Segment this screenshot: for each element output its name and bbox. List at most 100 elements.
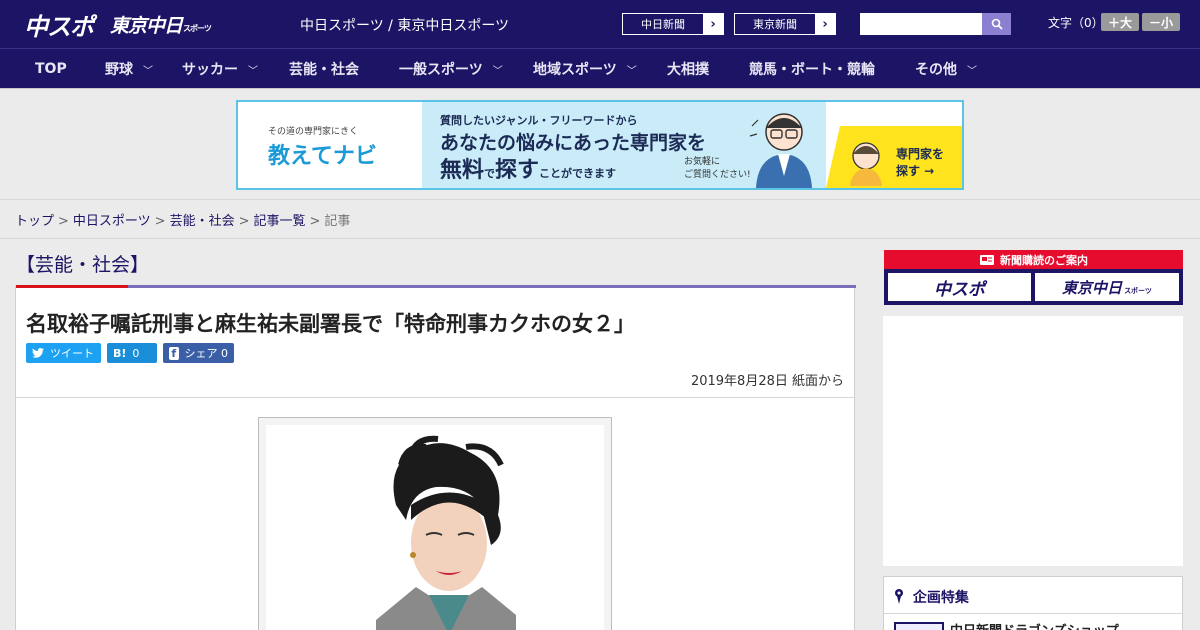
- breadcrumb-separator: >: [309, 214, 321, 229]
- hatena-bookmark-button[interactable]: B! 0: [107, 343, 157, 363]
- oshiete-navi-banner[interactable]: その道の専門家にきく 教えてナビ 質問したいジャンル・フリーワードから あなたの…: [236, 100, 964, 190]
- article-card: 名取裕子嘱託刑事と麻生祐未副署長で「特命刑事カクホの女２」 ツイート B! 0 …: [15, 285, 856, 630]
- breadcrumb-current: 記事: [324, 214, 351, 229]
- nav-top[interactable]: TOP: [35, 49, 67, 89]
- font-size-label: 文字（0）: [1048, 16, 1104, 30]
- sidebar-ad-slot[interactable]: [883, 316, 1183, 566]
- nav-label: 競馬・ボート・競輪: [749, 62, 875, 78]
- expert-illustration-icon: [749, 113, 812, 188]
- dragons-shop-link[interactable]: 中日新聞ドラゴンズショップ: [950, 620, 1119, 630]
- category-heading: 【芸能・社会】: [16, 254, 150, 276]
- chunichi-shimbun-link[interactable]: 中日新聞 ›: [622, 13, 724, 35]
- article-date: 2019年8月28日 紙面から: [690, 374, 844, 389]
- nav-sumo[interactable]: 大相撲: [667, 49, 709, 89]
- chevron-down-icon: ﹀: [248, 65, 258, 77]
- article-photo-inner: [266, 425, 604, 630]
- dragons-shop-thumbnail[interactable]: [894, 622, 944, 630]
- article-divider: [16, 397, 854, 398]
- subscription-box: 新聞購読のご案内 中スポ 東京中日 スポーツ: [884, 250, 1183, 305]
- portrait-photo-icon: [266, 425, 604, 630]
- chevron-down-icon: ﹀: [492, 65, 503, 77]
- breadcrumb-separator: >: [238, 214, 250, 229]
- subscription-header: 新聞購読のご案内: [884, 250, 1183, 269]
- banner-cta-1: 専門家を: [896, 147, 945, 161]
- banner-left: その道の専門家にきく 教えてナビ: [238, 102, 422, 188]
- banner-note-1: お気軽に: [684, 157, 721, 167]
- article-top-bar: [16, 285, 856, 288]
- facebook-icon: f: [169, 346, 179, 360]
- chevron-right-icon: ›: [710, 16, 716, 32]
- main-nav: TOP 野球 ﹀ サッカー ﹀ 芸能・社会 一般スポーツ ﹀ 地域スポーツ ﹀ 大相撲 …: [0, 48, 1200, 89]
- breadcrumb-separator: >: [58, 214, 69, 229]
- search-icon: [991, 18, 1003, 30]
- chevron-down-icon: ﹀: [143, 65, 153, 77]
- twitter-icon: [32, 348, 44, 358]
- special-title-text: 企画特集: [912, 590, 969, 606]
- hatena-count: 0: [132, 346, 140, 360]
- banner-search: 探す: [495, 158, 540, 183]
- banner-logo: 教えてナビ: [268, 144, 377, 169]
- nav-label: TOP: [35, 61, 67, 77]
- banner-can: ことができます: [539, 167, 617, 180]
- nav-label: 一般スポーツ: [399, 62, 483, 78]
- sub-logo2-text: 東京中日: [1062, 278, 1123, 297]
- article-bar-accent: [16, 285, 128, 288]
- tokyo-shimbun-link[interactable]: 東京新聞 ›: [734, 13, 836, 35]
- facebook-share-button[interactable]: f シェア 0: [163, 343, 234, 363]
- font-smaller-button[interactable]: －小: [1142, 13, 1180, 31]
- thinking-person-icon: [850, 142, 882, 186]
- search-input[interactable]: [860, 13, 982, 35]
- banner-cta: 専門家を探す →: [896, 146, 944, 180]
- site-links[interactable]: 中日スポーツ / 東京中日スポーツ: [300, 15, 509, 35]
- nav-soccer[interactable]: サッカー ﹀: [182, 49, 258, 89]
- banner-line1: 質問したいジャンル・フリーワードから: [440, 114, 638, 127]
- nav-baseball[interactable]: 野球 ﹀: [105, 49, 153, 89]
- tweet-label: ツイート: [50, 347, 94, 360]
- search-button[interactable]: [982, 13, 1011, 35]
- tokyo-chunichi-logo[interactable]: 東京中日 スポーツ: [110, 8, 212, 40]
- top-header: 中スポ 東京中日 スポーツ 中日スポーツ / 東京中日スポーツ 中日新聞 › 東京…: [0, 0, 1200, 48]
- banner-cta-2: 探す →: [896, 164, 935, 178]
- breadcrumb: トップ > 中日スポーツ > 芸能・社会 > 記事一覧 > 記事: [0, 200, 1200, 239]
- banner-line2: あなたの悩みにあった専門家を: [440, 132, 707, 154]
- banner-tagline: その道の専門家にきく: [268, 127, 359, 137]
- chunichi-shimbun-label: 中日新聞: [623, 14, 703, 34]
- chuspo-logo[interactable]: 中スポ: [24, 8, 94, 41]
- nav-general-sports[interactable]: 一般スポーツ ﹀: [399, 49, 503, 89]
- banner-area: その道の専門家にきく 教えてナビ 質問したいジャンル・フリーワードから あなたの…: [0, 90, 1200, 200]
- chuspo-logo-text: 中スポ: [24, 12, 94, 41]
- nav-local-sports[interactable]: 地域スポーツ ﹀: [533, 49, 637, 89]
- nav-entertainment[interactable]: 芸能・社会: [289, 49, 359, 89]
- tweet-button[interactable]: ツイート: [26, 343, 101, 363]
- article-headline: 名取裕子嘱託刑事と麻生祐未副署長で「特命刑事カクホの女２」: [26, 312, 635, 336]
- search-form: [860, 13, 1011, 35]
- banner-line3: 無料で探すことができます: [440, 152, 616, 184]
- nav-other[interactable]: その他 ﹀: [915, 49, 977, 89]
- nav-racing[interactable]: 競馬・ボート・競輪: [749, 49, 875, 89]
- special-features-title: 企画特集: [894, 587, 969, 607]
- nav-label: 野球: [105, 62, 133, 78]
- tokyo-shimbun-label: 東京新聞: [735, 14, 815, 34]
- breadcrumb-entertainment[interactable]: 芸能・社会: [170, 214, 235, 229]
- sub-logo1-text: 中スポ: [934, 279, 985, 300]
- breadcrumb-top[interactable]: トップ: [15, 214, 54, 229]
- pin-icon: [895, 589, 903, 604]
- subscribe-chuspo-button[interactable]: 中スポ: [888, 273, 1031, 301]
- facebook-share-label: シェア: [184, 347, 218, 360]
- nav-label: 大相撲: [667, 62, 709, 78]
- nav-label: 芸能・社会: [289, 62, 359, 78]
- chevron-down-icon: ﹀: [626, 65, 637, 77]
- banner-cta-area: 専門家を探す →: [826, 126, 962, 188]
- breadcrumb-separator: >: [154, 214, 166, 229]
- article-photo[interactable]: [258, 417, 612, 630]
- chevron-right-icon: ›: [822, 16, 828, 32]
- breadcrumb-article-list[interactable]: 記事一覧: [254, 214, 306, 229]
- banner-de: で: [484, 167, 496, 180]
- font-larger-button[interactable]: ＋大: [1101, 13, 1139, 31]
- hatena-icon: B!: [113, 346, 127, 360]
- breadcrumb-chunichi-sports[interactable]: 中日スポーツ: [73, 214, 151, 229]
- nav-label: サッカー: [182, 62, 238, 78]
- subscribe-tokyo-chunichi-button[interactable]: 東京中日 スポーツ: [1035, 273, 1179, 301]
- chevron-down-icon: ﹀: [967, 65, 977, 77]
- facebook-share-count: 0: [221, 346, 228, 360]
